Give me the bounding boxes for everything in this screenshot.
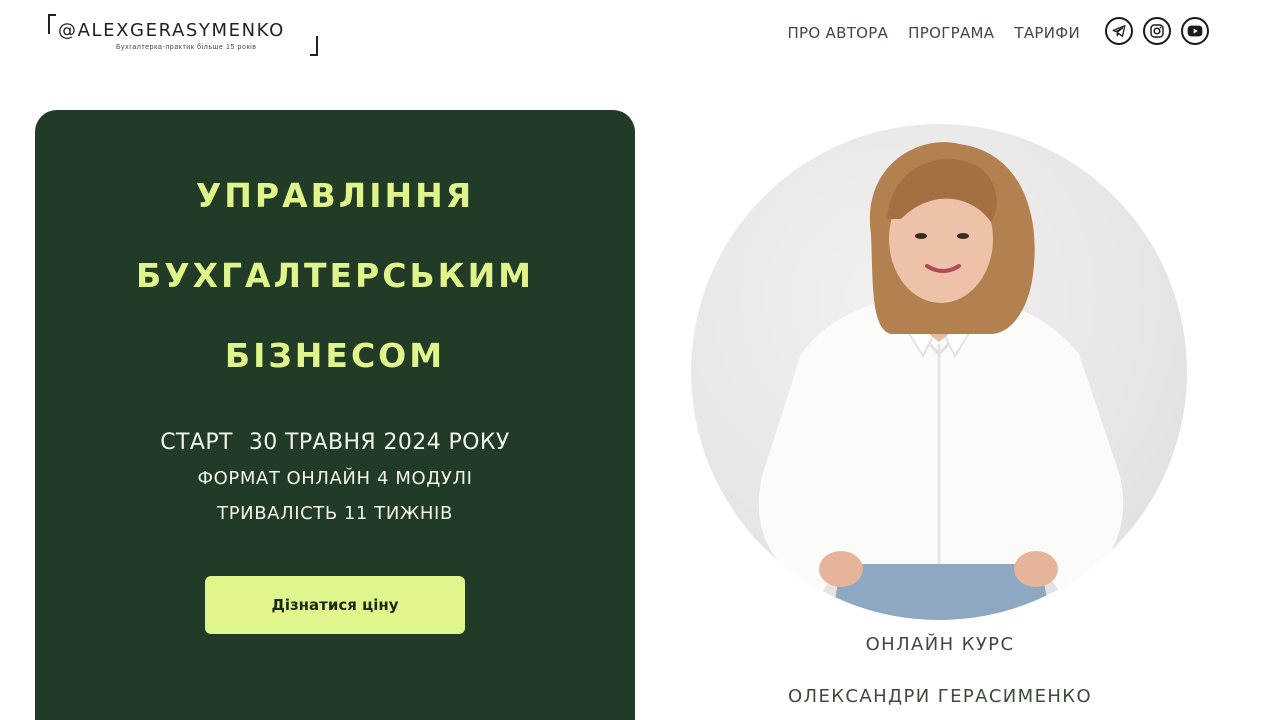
social-links — [1105, 17, 1209, 45]
logo-bracket-right — [310, 36, 318, 56]
course-format-label: ФОРМАТ — [197, 468, 281, 489]
course-format-value: ОНЛАЙН 4 МОДУЛІ — [286, 468, 473, 489]
hero-card: УПРАВЛІННЯ БУХГАЛТЕРСЬКИМ БІЗНЕСОМ СТАРТ… — [35, 110, 635, 720]
course-duration-label: ТРИВАЛІСТЬ — [217, 503, 338, 524]
brand-logo[interactable]: @ALEXGERASYMENKO Бухгалтерка-практик біл… — [48, 14, 320, 56]
youtube-icon[interactable] — [1181, 17, 1209, 45]
author-name: ОЛЕКСАНДРИ ГЕРАСИМЕНКО — [787, 686, 1093, 707]
author-photo — [691, 124, 1187, 620]
nav-item-about-author[interactable]: ПРО АВТОРА — [787, 24, 888, 42]
course-duration-value: 11 ТИЖНІВ — [343, 503, 453, 524]
course-format: ФОРМАТ ОНЛАЙН 4 МОДУЛІ — [35, 468, 635, 489]
logo-bracket-left — [48, 14, 56, 34]
hero-title-line-3: БІЗНЕСОМ — [224, 336, 446, 375]
nav-item-tariffs[interactable]: ТАРИФИ — [1014, 24, 1080, 42]
instagram-icon[interactable] — [1143, 17, 1171, 45]
logo-subtitle: Бухгалтерка-практик більше 15 років — [116, 44, 257, 51]
nav-item-program[interactable]: ПРОГРАМА — [908, 24, 994, 42]
course-duration: ТРИВАЛІСТЬ 11 ТИЖНІВ — [35, 503, 635, 524]
course-start-value: 30 ТРАВНЯ 2024 РОКУ — [248, 430, 510, 455]
course-start: СТАРТ 30 ТРАВНЯ 2024 РОКУ — [35, 430, 635, 455]
course-caption: ОНЛАЙН КУРС — [865, 634, 1015, 655]
logo-title: @ALEXGERASYMENKO — [58, 20, 285, 41]
hero-title-line-2: БУХГАЛТЕРСЬКИМ — [135, 256, 535, 295]
landing-page: @ALEXGERASYMENKO Бухгалтерка-практик біл… — [0, 0, 1280, 720]
learn-price-button[interactable]: Дізнатися ціну — [205, 576, 465, 634]
telegram-icon[interactable] — [1105, 17, 1133, 45]
course-start-label: СТАРТ — [160, 430, 233, 455]
author-illustration — [758, 142, 1124, 620]
main-nav: ПРО АВТОРА ПРОГРАМА ТАРИФИ — [787, 24, 1080, 42]
hero-title-line-1: УПРАВЛІННЯ — [195, 176, 475, 215]
